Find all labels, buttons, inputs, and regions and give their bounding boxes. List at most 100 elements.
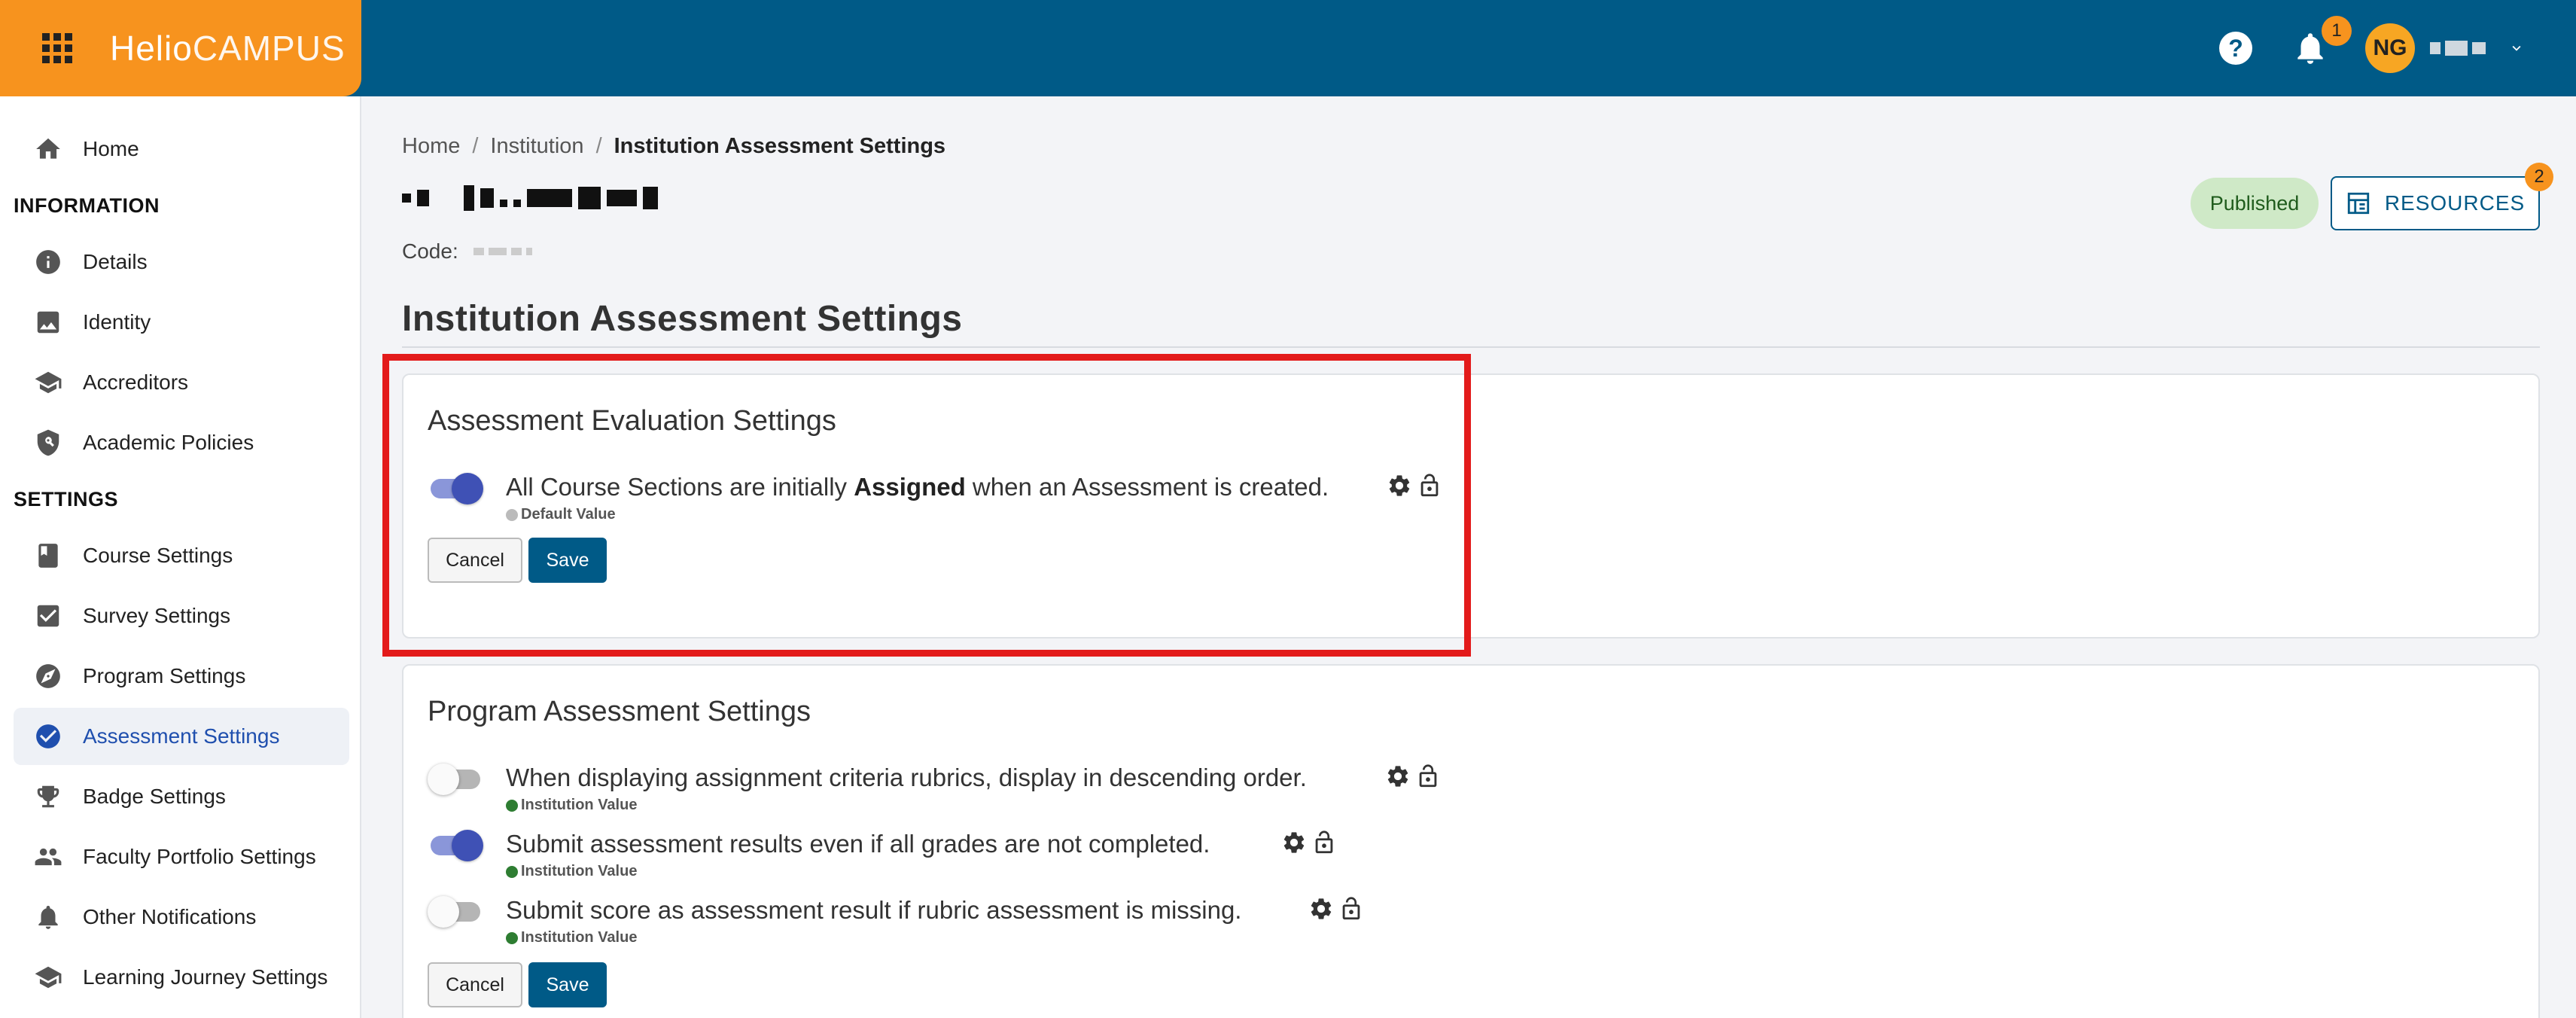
- sidebar-section-information: INFORMATION: [14, 194, 160, 217]
- sidebar-item-label: Details: [83, 250, 148, 273]
- school-icon: [33, 962, 63, 992]
- user-avatar[interactable]: NG: [2365, 23, 2415, 73]
- breadcrumb-institution-link[interactable]: Institution: [490, 134, 583, 158]
- institution-value-dot: [506, 799, 518, 812]
- value-source: Institution Value: [506, 863, 637, 880]
- institution-value-dot: [506, 931, 518, 944]
- sidebar-item-course-settings[interactable]: Course Settings: [14, 527, 349, 584]
- program-assessment-card: Program Assessment Settings When display…: [402, 664, 2540, 1018]
- sidebar-item-academic-policies[interactable]: Academic Policies: [14, 414, 349, 471]
- setting-row: When displaying assignment criteria rubr…: [428, 764, 1481, 813]
- setting-actions: [1281, 830, 1337, 855]
- sidebar-item-label: Home: [83, 137, 139, 160]
- unlock-icon[interactable]: [1338, 896, 1364, 922]
- institution-name-redacted: [402, 185, 658, 211]
- sidebar-item-identity[interactable]: Identity: [14, 294, 349, 351]
- sidebar-item-label: Survey Settings: [83, 604, 231, 627]
- breadcrumb-current: Institution Assessment Settings: [614, 134, 946, 158]
- unlock-icon[interactable]: [1311, 830, 1337, 855]
- sidebar-item-assessment-settings[interactable]: Assessment Settings: [14, 708, 349, 765]
- logo-text-helio: Helio: [110, 29, 193, 68]
- breadcrumb-separator: /: [472, 134, 479, 158]
- sidebar-item-learning-journey-settings[interactable]: Learning Journey Settings: [14, 949, 349, 1006]
- title-divider: [402, 346, 2540, 348]
- apps-grid-icon[interactable]: [42, 33, 72, 63]
- sidebar-item-label: Academic Policies: [83, 431, 254, 454]
- sidebar-item-other-notifications[interactable]: Other Notifications: [14, 888, 349, 946]
- people-icon: [33, 842, 63, 872]
- breadcrumb-separator: /: [595, 134, 602, 158]
- sidebar-item-home[interactable]: Home: [14, 120, 349, 178]
- info-icon: [33, 247, 63, 277]
- save-button[interactable]: Save: [528, 962, 607, 1007]
- sidebar-item-label: Other Notifications: [83, 905, 257, 928]
- top-header: HelioCAMPUS ? 1 NG: [0, 0, 2576, 96]
- status-badge: Published: [2191, 178, 2319, 229]
- gear-icon[interactable]: [1308, 896, 1334, 922]
- notification-count-badge: 1: [2322, 16, 2352, 46]
- sidebar-item-program-settings[interactable]: Program Settings: [14, 648, 349, 705]
- sidebar: Home INFORMATION Details Identity Accred…: [0, 96, 361, 1018]
- sidebar-item-label: Assessment Settings: [83, 724, 280, 748]
- gear-icon[interactable]: [1281, 830, 1307, 855]
- highlight-box: [382, 354, 1471, 657]
- sidebar-item-badge-settings[interactable]: Badge Settings: [14, 768, 349, 825]
- setting-actions: [1308, 896, 1364, 922]
- sidebar-item-label: Identity: [83, 310, 151, 334]
- brand-area: HelioCAMPUS: [0, 0, 361, 96]
- breadcrumb: Home / Institution / Institution Assessment …: [402, 134, 945, 159]
- compass-icon: [33, 661, 63, 691]
- trophy-icon: [33, 782, 63, 812]
- page-title: Institution Assessment Settings: [402, 299, 963, 339]
- notifications-button[interactable]: 1: [2291, 16, 2352, 67]
- setting-text: Submit score as assessment result if rub…: [506, 896, 1242, 924]
- sidebar-item-label: Faculty Portfolio Settings: [83, 845, 316, 868]
- institution-value-dot: [506, 865, 518, 878]
- policy-shield-icon: [33, 428, 63, 458]
- code-label: Code:: [402, 239, 458, 263]
- submit-incomplete-grades-toggle[interactable]: [428, 830, 483, 861]
- help-icon[interactable]: ?: [2219, 32, 2252, 65]
- sidebar-section-settings: SETTINGS: [14, 488, 119, 511]
- unlock-icon[interactable]: [1415, 764, 1441, 789]
- sidebar-item-faculty-portfolio-settings[interactable]: Faculty Portfolio Settings: [14, 828, 349, 885]
- resources-button[interactable]: RESOURCES: [2331, 176, 2540, 230]
- heliocampus-logo[interactable]: HelioCAMPUS: [110, 28, 346, 69]
- setting-actions: [1385, 764, 1441, 789]
- setting-row: Submit score as assessment result if rub…: [428, 896, 1481, 946]
- code-value-redacted: [473, 248, 532, 255]
- sidebar-item-label: Program Settings: [83, 664, 246, 687]
- sidebar-item-survey-settings[interactable]: Survey Settings: [14, 587, 349, 645]
- score-as-result-toggle[interactable]: [428, 896, 482, 928]
- resources-label: RESOURCES: [2384, 191, 2526, 215]
- dashboard-icon: [2347, 192, 2369, 215]
- sidebar-item-details[interactable]: Details: [14, 233, 349, 291]
- home-icon: [33, 134, 63, 164]
- setting-row: Submit assessment results even if all gr…: [428, 830, 1481, 879]
- value-source: Institution Value: [506, 797, 637, 814]
- bell-icon: [33, 902, 63, 932]
- resources-count-badge: 2: [2525, 163, 2553, 191]
- breadcrumb-home-link[interactable]: Home: [402, 134, 460, 158]
- sidebar-item-label: Learning Journey Settings: [83, 965, 328, 989]
- school-icon: [33, 367, 63, 398]
- sidebar-item-label: Badge Settings: [83, 785, 226, 808]
- image-icon: [33, 307, 63, 337]
- sidebar-item-label: Course Settings: [83, 544, 233, 567]
- value-source: Institution Value: [506, 929, 637, 946]
- book-icon: [33, 541, 63, 571]
- descending-rubrics-toggle[interactable]: [428, 764, 482, 795]
- gear-icon[interactable]: [1385, 764, 1411, 789]
- user-name-redacted: [2430, 41, 2486, 56]
- chevron-down-icon[interactable]: [2508, 40, 2525, 56]
- setting-text: When displaying assignment criteria rubr…: [506, 764, 1307, 791]
- checkbox-icon: [33, 601, 63, 631]
- institution-code: Code:: [402, 239, 532, 264]
- setting-text: Submit assessment results even if all gr…: [506, 830, 1210, 858]
- sidebar-item-accreditors[interactable]: Accreditors: [14, 354, 349, 411]
- card-title: Program Assessment Settings: [428, 696, 811, 727]
- cancel-button[interactable]: Cancel: [428, 962, 522, 1007]
- header-actions: ? 1 NG: [2219, 0, 2576, 96]
- sidebar-item-label: Accreditors: [83, 370, 189, 394]
- logo-text-campus: CAMPUS: [192, 29, 346, 68]
